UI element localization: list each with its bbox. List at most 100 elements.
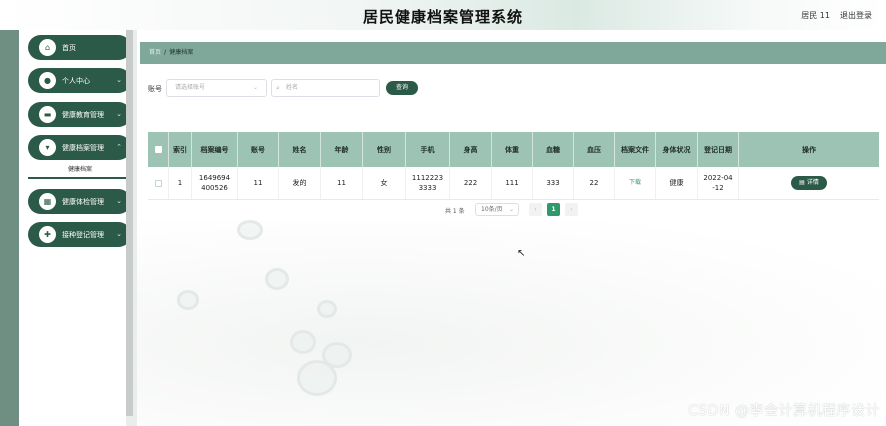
cell-phone: 11122233333 [406,167,450,199]
download-link[interactable]: 下载 [629,178,641,188]
cell-height: 222 [450,167,492,199]
mouse-cursor-icon: ↖ [517,248,526,259]
column-header: 身体状况 [656,132,698,167]
column-header: 年龄 [321,132,363,167]
chevron-up-icon: ⌃ [116,143,122,151]
home-icon: ⌂ [39,39,56,56]
page-number-current[interactable]: 1 [547,203,560,216]
sidebar-item-health-records[interactable]: ▾ 健康档案管理 ⌃ [28,135,131,160]
column-header: 登记日期 [698,132,739,167]
watermark: CSDN @李会计算机程序设计 [688,403,880,419]
sidebar-item-home[interactable]: ⌂ 首页 [28,35,131,60]
table-header: 索引 档案编号 账号 姓名 年龄 性别 手机 身高 体重 血糖 血压 档案文件 … [148,132,879,167]
cell-blood-pressure: 22 [574,167,615,199]
column-header: 血糖 [533,132,574,167]
chevron-down-icon: ⌄ [116,197,122,205]
cell-age: 11 [321,167,363,199]
column-header: 档案编号 [192,132,238,167]
breadcrumb-separator: / [164,49,167,56]
query-button[interactable]: 查询 [386,81,418,95]
syringe-icon: ✚ [39,226,56,243]
water-drop-decoration [290,330,316,354]
detail-button-label: 详情 [806,179,819,186]
sidebar-item-label: 个人中心 [62,76,90,85]
column-header: 档案文件 [615,132,656,167]
background-decoration [137,220,886,426]
breadcrumb-current: 健康档案 [169,49,194,56]
sidebar: ⌂ 首页 ● 个人中心 ⌄ ▬ 健康教育管理 ⌄ ▾ 健康档案管理 ⌃ 健康档案… [19,30,131,426]
water-drop-decoration [177,290,199,310]
top-header: 居民健康档案管理系统 居民 11 退出登录 [0,0,886,30]
pagination-total: 共 1 条 [445,208,465,215]
column-header: 姓名 [279,132,321,167]
sidebar-item-label: 接种登记管理 [62,230,104,239]
cell-account: 11 [238,167,279,199]
detail-button[interactable]: ▤ 详情 [791,176,827,190]
cell-date: 2022-04-12 [698,167,739,199]
page-size-value: 10条/页 [481,206,503,213]
page-size-select[interactable]: 10条/页 ⌄ [475,203,519,216]
column-header: 性别 [363,132,406,167]
sidebar-item-label: 健康档案管理 [62,143,104,152]
chevron-down-icon: ⌄ [116,230,122,238]
cell-weight: 111 [492,167,533,199]
row-select-cell [148,167,169,199]
prev-page-button[interactable]: ‹ [529,203,542,216]
cell-record-no: 1649694400526 [192,167,238,199]
water-drop-decoration [237,220,263,240]
cell-condition: 健康 [656,167,698,199]
column-header: 体重 [492,132,533,167]
water-drop-decoration [265,268,289,290]
app-title: 居民健康档案管理系统 [362,8,523,26]
sidebar-edge [0,30,19,426]
breadcrumb-home[interactable]: 首页 [149,49,161,56]
sidebar-item-label: 首页 [62,43,76,52]
select-all-checkbox[interactable] [154,146,162,153]
column-header: 手机 [406,132,450,167]
current-user: 居民 11 [801,11,830,20]
cell-blood-sugar: 333 [533,167,574,199]
user-icon: ● [39,72,56,89]
table-row: 1 1649694400526 11 发的 11 女 11122233333 2… [148,167,879,200]
search-icon: ⌕ [276,84,280,92]
account-select[interactable]: 请选择账号 ⌄ [166,79,267,97]
water-drop-decoration [297,360,337,396]
row-checkbox[interactable] [154,179,162,187]
book-icon: ▬ [39,106,56,123]
column-header: 账号 [238,132,279,167]
chevron-down-icon: ⌄ [508,206,514,213]
cell-action: ▤ 详情 [739,167,879,199]
name-search-input[interactable]: ⌕ 姓名 [271,79,380,97]
sidebar-item-health-education[interactable]: ▬ 健康教育管理 ⌄ [28,102,131,127]
account-label: 账号 [148,85,162,93]
select-all-cell [148,132,169,167]
sidebar-subitem-health-record[interactable]: 健康档案 [28,163,131,179]
logout-link[interactable]: 退出登录 [840,10,872,21]
column-header: 索引 [169,132,192,167]
breadcrumb: 首页 / 健康档案 [140,42,886,64]
grid-icon: ▦ [39,193,56,210]
sidebar-item-label: 健康体检管理 [62,197,104,206]
name-search-placeholder: 姓名 [286,84,299,91]
account-select-placeholder: 请选择账号 [175,84,206,91]
sidebar-scrollbar[interactable] [126,30,133,416]
column-header: 操作 [802,145,816,154]
water-drop-decoration [317,300,337,318]
chevron-down-icon: ⌄ [252,84,258,91]
cell-gender: 女 [363,167,406,199]
chevron-down-icon: ⌄ [116,76,122,84]
main-content: 首页 / 健康档案 账号 请选择账号 ⌄ ⌕ 姓名 查询 索引 档案编号 账号 姓名… [137,30,886,426]
sidebar-item-label: 健康教育管理 [62,110,104,119]
sidebar-item-health-checkup[interactable]: ▦ 健康体检管理 ⌄ [28,189,131,214]
cell-index: 1 [169,167,192,199]
column-header: 身高 [450,132,492,167]
cell-name: 发的 [279,167,321,199]
column-header: 血压 [574,132,615,167]
cell-file: 下载 [615,167,656,199]
folder-icon: ▾ [39,139,56,156]
next-page-button[interactable]: › [565,203,578,216]
sidebar-item-personal-center[interactable]: ● 个人中心 ⌄ [28,68,131,93]
document-icon: ▤ [799,179,805,186]
sidebar-item-vaccination[interactable]: ✚ 接种登记管理 ⌄ [28,222,131,247]
chevron-down-icon: ⌄ [116,110,122,118]
